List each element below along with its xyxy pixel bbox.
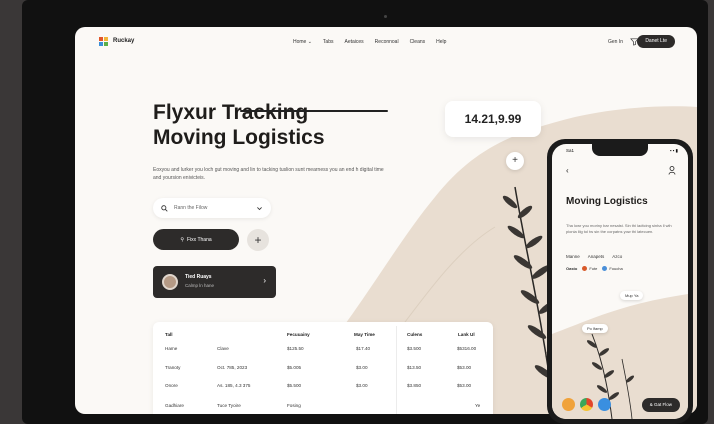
browser-app-icon[interactable] xyxy=(580,398,593,411)
nav-link-cleans[interactable]: Cleans xyxy=(410,39,426,45)
chevron-down-icon[interactable] xyxy=(256,205,263,212)
webcam xyxy=(384,15,387,18)
table-cell: $3.00 xyxy=(356,383,368,388)
table-cell: $17.40 xyxy=(356,346,371,351)
table-cell: $3.850 xyxy=(407,383,422,388)
phone-plant-illustration xyxy=(586,333,635,419)
search-icon xyxy=(161,204,168,212)
price-tooltip: 14.21,9.99 xyxy=(445,101,541,137)
table-cell: Onore xyxy=(165,383,178,388)
table-cell: $125.50 xyxy=(287,346,304,351)
hero-subtitle: Eoxyou and lurker you loch gut moving an… xyxy=(153,167,384,181)
top-navigation: Ruckay Home ⌄ Tabs Aetaices Reconnoal Cl… xyxy=(75,27,697,57)
add-button[interactable]: + xyxy=(247,229,269,251)
nav-links: Home ⌄ Tabs Aetaices Reconnoal Cleans He… xyxy=(293,39,446,45)
location-pin-icon: ⚲ xyxy=(180,236,184,243)
phone-frame: Sa1 ▪ ▪ ▮ ‹ Moving Logistics Tha lowr yo… xyxy=(547,139,693,424)
account-name: Tied Ruays xyxy=(185,274,212,280)
table-header: May Time xyxy=(354,332,375,337)
avatar xyxy=(162,274,178,290)
table-cell: As. 185, 4.3 375 xyxy=(217,383,251,388)
nav-link-home[interactable]: Home ⌄ xyxy=(293,39,312,45)
account-status: Calmp ln hane xyxy=(185,283,215,288)
table-cell: Clave xyxy=(217,346,229,351)
store-app-icon[interactable] xyxy=(598,398,611,411)
home-app-icon[interactable] xyxy=(562,398,575,411)
logo-text[interactable]: Ruckay xyxy=(113,38,134,44)
table-cell: $5.005 xyxy=(287,365,302,370)
table-cell: Tuce Tyoire xyxy=(217,403,241,408)
hero-title-line1: Flyxur Tracking xyxy=(153,101,309,124)
phone-app-dock xyxy=(562,398,611,411)
table-header: Tall xyxy=(165,332,173,337)
table-cell: $5316.00 xyxy=(457,346,477,351)
table-cell: $5.500 xyxy=(287,383,302,388)
phone-screen: Sa1 ▪ ▪ ▮ ‹ Moving Logistics Tha lowr yo… xyxy=(552,144,688,419)
phone-map-chip[interactable]: Po lfamp xyxy=(582,324,608,333)
table-cell: $3.00 xyxy=(356,365,368,370)
search-placeholder: Rann the Filow xyxy=(174,205,208,211)
table-header: Culens xyxy=(407,332,423,337)
nav-link-help[interactable]: Help xyxy=(436,39,446,45)
table-header: Fecuuainy xyxy=(287,332,310,337)
primary-button-label: Fixx Thana xyxy=(187,236,212,243)
horizontal-scrollbar[interactable] xyxy=(240,110,388,112)
nav-cta-button[interactable]: Danet Lte xyxy=(637,35,675,48)
map-pin-plus-icon[interactable]: + xyxy=(506,152,524,170)
nav-link-reconnoal[interactable]: Reconnoal xyxy=(375,39,399,45)
table-cell: Hame xyxy=(165,346,178,351)
account-card[interactable]: Tied Ruays Calmp ln hane › xyxy=(153,266,276,298)
primary-button[interactable]: ⚲ Fixx Thana xyxy=(153,229,239,250)
table-cell: $53.00 xyxy=(457,365,472,370)
table-cell: $13.50 xyxy=(407,365,422,370)
table-cell: Oct. 785, 2023 xyxy=(217,365,248,370)
table-divider xyxy=(396,326,397,414)
table-cell: Tranoty xyxy=(165,365,181,370)
sign-in-link[interactable]: Gen In xyxy=(608,39,623,45)
search-field[interactable]: Rann the Filow xyxy=(153,198,271,218)
phone-map-chip[interactable]: Mup Ya xyxy=(620,291,644,300)
hero-title-line2: Moving Logistics xyxy=(153,126,325,149)
logo-icon[interactable] xyxy=(99,37,109,47)
table-header: Lank Ul xyxy=(458,332,475,337)
hero-title: Flyxur Tracking Moving Logistics xyxy=(153,100,373,150)
table-cell: $3.500 xyxy=(407,346,422,351)
table-cell: $53.00 xyxy=(457,383,472,388)
table-cell: Fosing xyxy=(287,403,301,408)
table-cell: Ye xyxy=(475,403,481,408)
nav-link-tabs[interactable]: Tabs xyxy=(323,39,334,45)
shipments-table: Tall Fecuuainy May Time Culens Lank Ul H… xyxy=(153,322,493,414)
table-cell: Gadhiare xyxy=(165,403,184,408)
phone-cta-button[interactable]: & Gat Flow xyxy=(641,398,680,412)
chevron-right-icon: › xyxy=(263,276,266,285)
nav-link-aetaices[interactable]: Aetaices xyxy=(344,39,363,45)
